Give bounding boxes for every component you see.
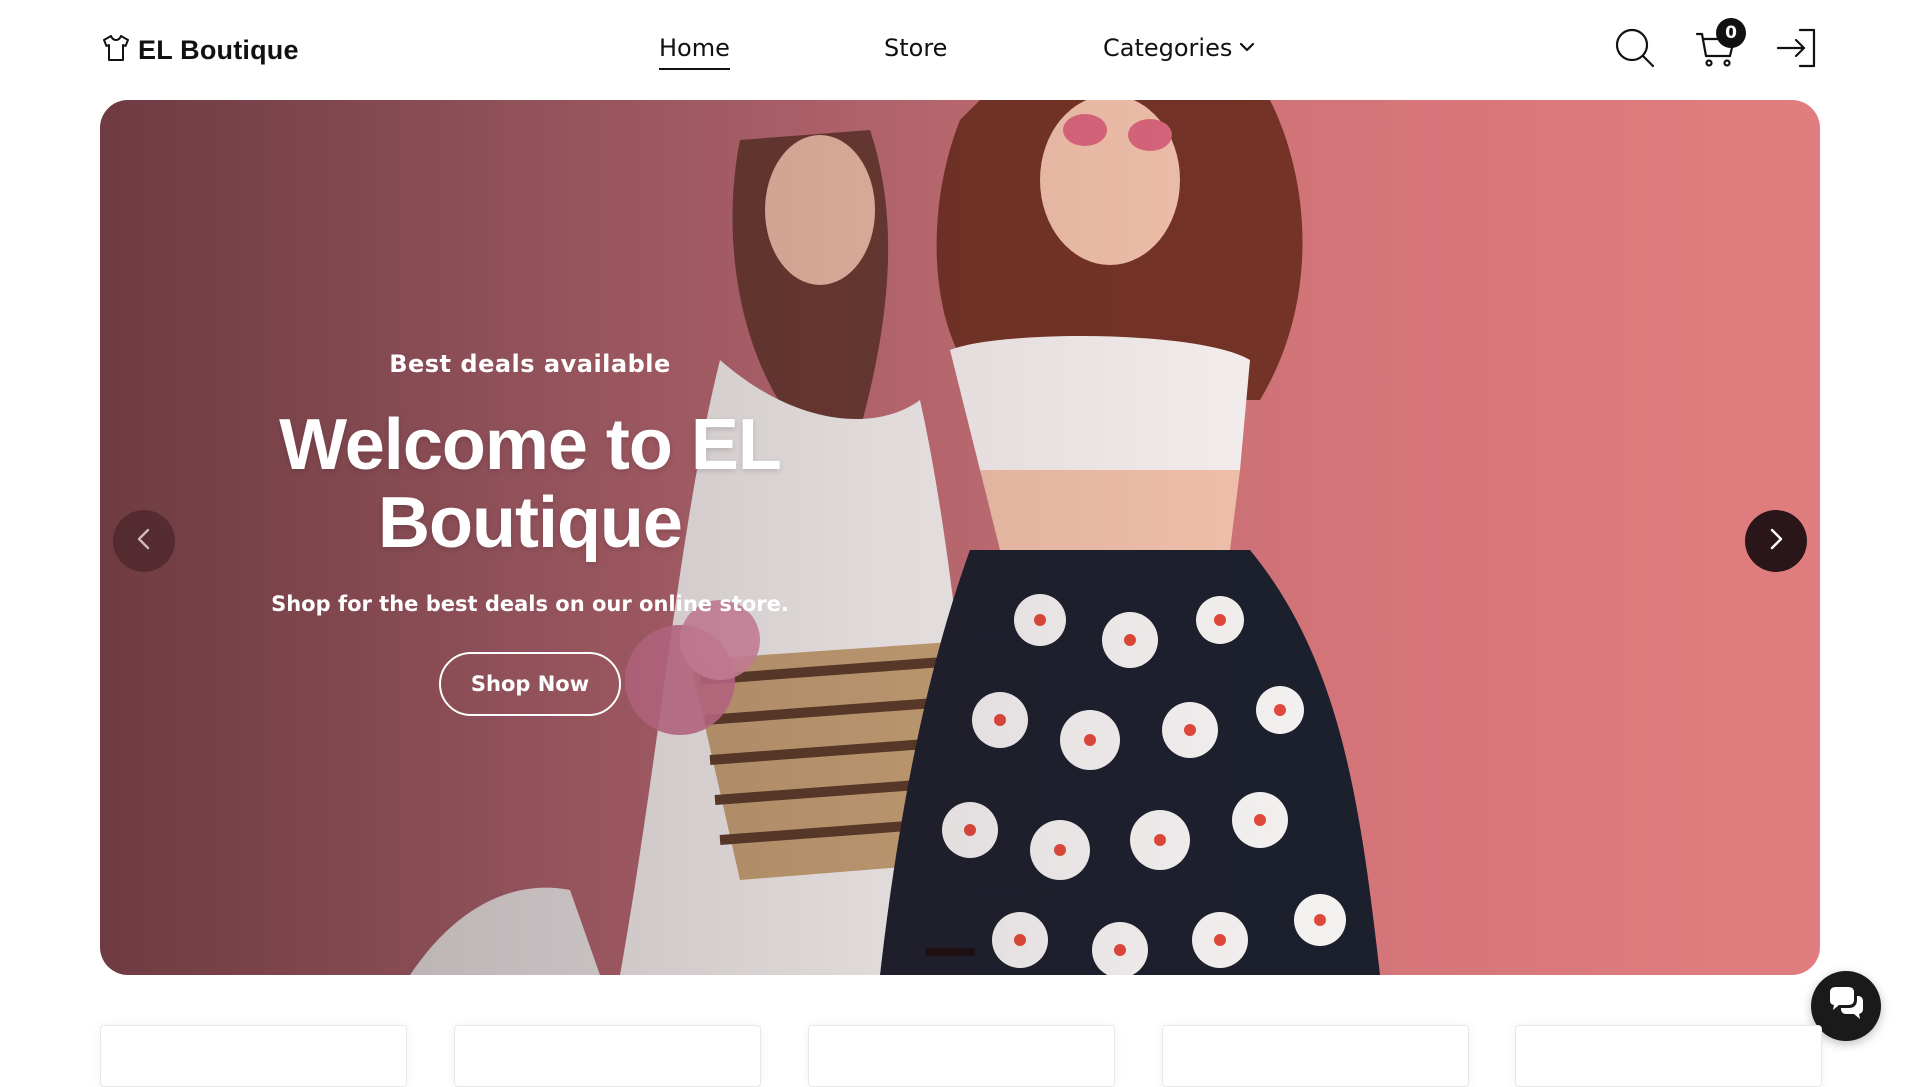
chevron-right-icon — [1763, 526, 1789, 556]
cart-button[interactable]: 0 — [1694, 18, 1746, 70]
cart-count-badge: 0 — [1716, 18, 1746, 48]
chevron-left-icon — [131, 526, 157, 556]
login-button[interactable] — [1774, 26, 1818, 70]
nav-categories-label: Categories — [1103, 34, 1233, 62]
hero-subtitle: Shop for the best deals on our online st… — [271, 592, 789, 616]
hero-eyebrow: Best deals available — [389, 350, 671, 378]
hero-title-line1: Welcome to EL — [279, 405, 782, 485]
category-card[interactable] — [808, 1025, 1115, 1087]
search-icon — [1613, 28, 1657, 74]
nav-store[interactable]: Store — [884, 34, 947, 68]
login-icon — [1774, 28, 1818, 74]
search-button[interactable] — [1613, 26, 1657, 70]
carousel-prev-button[interactable] — [113, 510, 175, 572]
hero-title: Welcome to EL Boutique — [250, 406, 810, 562]
hero-content: Best deals available Welcome to EL Bouti… — [250, 350, 810, 716]
carousel-indicator-active[interactable] — [925, 948, 975, 956]
chat-bubbles-icon — [1826, 984, 1866, 1028]
category-card[interactable] — [100, 1025, 407, 1087]
category-card[interactable] — [454, 1025, 761, 1087]
nav-categories[interactable]: Categories — [1103, 34, 1256, 68]
site-header: EL Boutique Home Store Categories 0 — [0, 0, 1919, 100]
nav-home[interactable]: Home — [659, 34, 730, 70]
category-card[interactable] — [1162, 1025, 1469, 1087]
hero-carousel: Best deals available Welcome to EL Bouti… — [100, 100, 1820, 975]
cart-icon — [1694, 32, 1738, 74]
category-cards-row — [100, 1025, 1822, 1087]
category-card[interactable] — [1515, 1025, 1822, 1087]
shop-now-button[interactable]: Shop Now — [438, 652, 622, 716]
chevron-down-icon — [1238, 34, 1256, 62]
carousel-next-button[interactable] — [1745, 510, 1807, 572]
hero-title-line2: Boutique — [378, 483, 683, 563]
